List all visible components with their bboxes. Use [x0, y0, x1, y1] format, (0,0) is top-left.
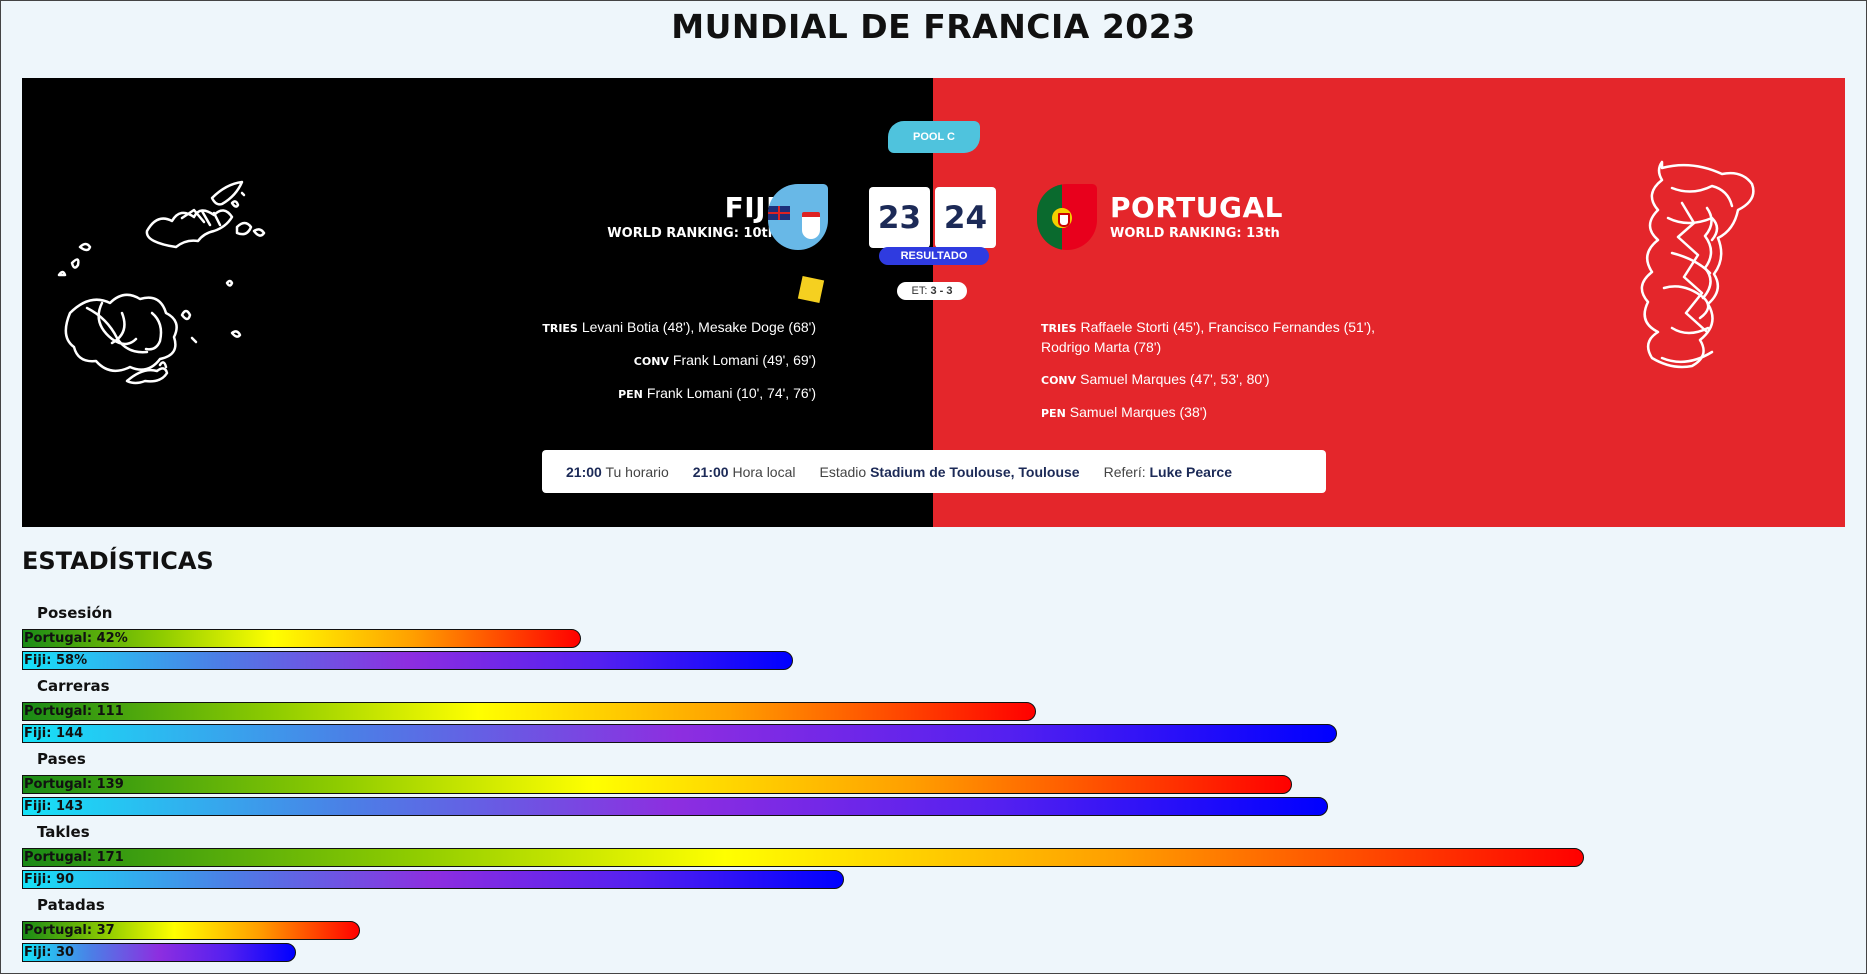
referee-value: Luke Pearce [1149, 463, 1232, 480]
stadium-value: Stadium de Toulouse, Toulouse [870, 463, 1080, 480]
stat-label: Patadas [37, 896, 105, 914]
away-tries-text-2: Rodrigo Marta (78') [1041, 339, 1162, 355]
away-team-name: PORTUGAL [1110, 191, 1283, 224]
page-title: MUNDIAL DE FRANCIA 2023 [671, 7, 1196, 46]
local-time-label: Hora local [732, 463, 796, 480]
stadium: Estadio Stadium de Toulouse, Toulouse [819, 464, 1079, 480]
away-team-ranking: WORLD RANKING: 13th [1110, 226, 1280, 241]
home-tries: TRIES Levani Botia (48'), Mesake Doge (68… [542, 318, 816, 338]
pen-label: PEN [1041, 407, 1066, 420]
away-pen: PEN Samuel Marques (38') [1041, 403, 1441, 423]
fiji-flag-icon [768, 184, 828, 250]
match-banner: POOL C FIJI WORLD RANKING: 10th 23 24 RE… [22, 78, 1845, 527]
home-team-ranking: WORLD RANKING: 10th [607, 226, 777, 241]
yellow-card-icon [797, 275, 825, 304]
extra-time-badge: ET: 3 - 3 [897, 282, 967, 300]
portugal-bar: Portugal: 111 [22, 702, 1036, 721]
home-score: 23 [869, 187, 930, 248]
home-conv: CONV Frank Lomani (49', 69') [634, 351, 816, 371]
portugal-flag-icon [1037, 184, 1097, 250]
your-time-value: 21:00 [566, 463, 602, 480]
home-tries-text: Levani Botia (48'), Mesake Doge (68') [581, 319, 816, 335]
fiji-bar: Fiji: 143 [22, 797, 1328, 816]
page: { "title": "MUNDIAL DE FRANCIA 2023", "m… [0, 0, 1867, 974]
tries-label: TRIES [542, 322, 578, 335]
status-badge: RESULTADO [879, 247, 989, 265]
home-pen-text: Frank Lomani (10', 74', 76') [646, 385, 816, 401]
conv-label: CONV [633, 355, 669, 368]
stats-title: ESTADÍSTICAS [22, 547, 214, 575]
stat-label: Carreras [37, 677, 110, 695]
stadium-label: Estadio [819, 463, 867, 480]
your-time: 21:00 Tu horario [566, 464, 669, 480]
conv-label: CONV [1041, 374, 1077, 387]
portugal-map-icon [1640, 160, 1755, 369]
fiji-map-icon [57, 180, 266, 385]
stat-label: Posesión [37, 604, 113, 622]
portugal-bar: Portugal: 171 [22, 848, 1584, 867]
home-conv-text: Frank Lomani (49', 69') [672, 352, 816, 368]
pool-badge: POOL C [888, 121, 980, 153]
stat-label: Pases [37, 750, 86, 768]
local-time: 21:00 Hora local [693, 464, 796, 480]
et-label: ET: [911, 285, 928, 297]
away-score: 24 [935, 187, 996, 248]
referee-label: Referí: [1103, 463, 1146, 480]
away-tries: TRIES Raffaele Storti (45'), Francisco Fe… [1041, 318, 1441, 357]
away-tries-text: Raffaele Storti (45'), Francisco Fernand… [1080, 319, 1376, 335]
tries-label: TRIES [1041, 322, 1077, 335]
et-score: 3 - 3 [930, 285, 953, 297]
stat-label: Takles [37, 823, 90, 841]
fiji-bar: Fiji: 30 [22, 943, 296, 962]
referee: Referí: Luke Pearce [1104, 464, 1232, 480]
fiji-bar: Fiji: 58% [22, 651, 793, 670]
local-time-value: 21:00 [692, 463, 729, 480]
home-pen: PEN Frank Lomani (10', 74', 76') [618, 384, 816, 404]
match-info-bar: 21:00 Tu horario 21:00 Hora local Estadi… [542, 450, 1326, 493]
away-pen-text: Samuel Marques (38') [1069, 404, 1208, 420]
fiji-bar: Fiji: 90 [22, 870, 844, 889]
portugal-bar: Portugal: 37 [22, 921, 360, 940]
away-conv: CONV Samuel Marques (47', 53', 80') [1041, 370, 1441, 390]
away-conv-text: Samuel Marques (47', 53', 80') [1080, 371, 1270, 387]
fiji-bar: Fiji: 144 [22, 724, 1337, 743]
portugal-bar: Portugal: 42% [22, 629, 581, 648]
portugal-bar: Portugal: 139 [22, 775, 1292, 794]
pen-label: PEN [618, 388, 643, 401]
your-time-label: Tu horario [605, 463, 669, 480]
